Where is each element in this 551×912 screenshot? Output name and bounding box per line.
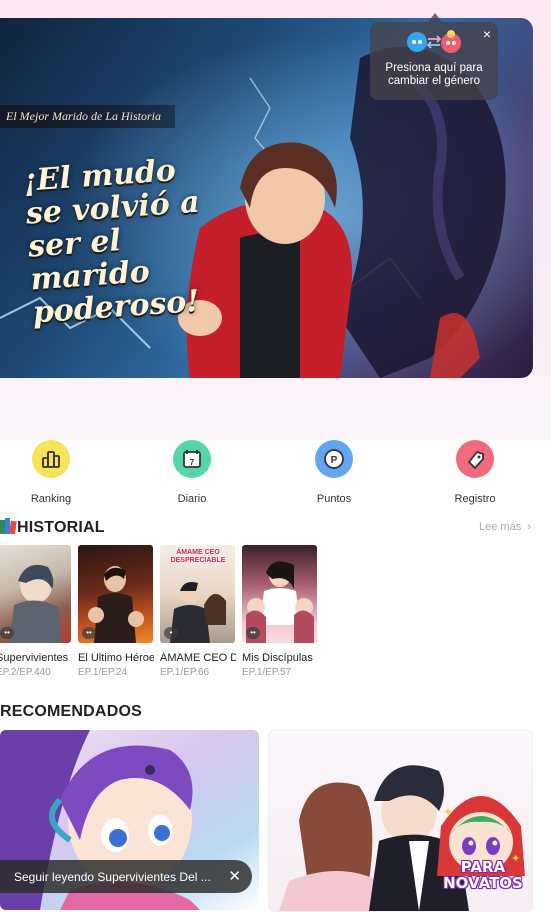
history-card-episode: EP.1/EP.24 (78, 667, 128, 678)
history-cover: •• (78, 545, 153, 643)
novatos-badge-line2: NOVATOS (443, 874, 523, 892)
history-card-title: Mis Discípulas (242, 652, 313, 664)
continue-indicator-icon: •• (82, 627, 96, 639)
banner-series-title: El Mejor Marido de La Historia (0, 105, 175, 128)
tooltip-message-line2: cambiar el género (387, 75, 481, 87)
nav-puntos[interactable]: P Puntos (294, 440, 374, 505)
books-icon (0, 518, 17, 535)
continue-indicator-icon: •• (0, 627, 14, 639)
nav-registro-label: Registro (454, 493, 496, 505)
comment-indicator-icon: • (164, 627, 178, 639)
history-card-episode: EP.2/EP.440 (0, 667, 51, 678)
gender-switch-tooltip[interactable]: × Presiona aquí para cambiar el género (370, 13, 498, 100)
chevron-right-icon: › (527, 521, 531, 533)
continue-indicator-icon: •• (246, 627, 260, 639)
history-card-episode: EP.1/EP.66 (160, 667, 210, 678)
history-card-title: Supervivientes Del Apocalipsis (0, 652, 72, 664)
history-card-title: ÁMAME CEO DESPRECIABLE (160, 652, 236, 664)
recommended-card[interactable]: ✦ ✦ PARA NOVATOS (268, 730, 533, 912)
history-card-title: El Último Héroe (78, 652, 154, 664)
history-card-episode: EP.1/EP.57 (242, 667, 292, 678)
nav-ranking[interactable]: Ranking (11, 440, 91, 505)
novatos-badge: PARA NOVATOS (437, 859, 529, 891)
svg-text:✦: ✦ (443, 805, 453, 819)
chart-icon (32, 440, 70, 478)
tooltip-pointer (428, 13, 442, 22)
svg-text:P: P (331, 455, 338, 466)
history-cover: •• (242, 545, 317, 643)
history-cover: •• (0, 545, 71, 643)
history-cover: ÁMAME CEO DESPRECIABLE • (160, 545, 235, 643)
history-section-title: HISTORIAL (0, 518, 105, 537)
nav-puntos-label: Puntos (316, 493, 352, 505)
history-card[interactable]: •• Mis Discípulas EP.1/EP.57 (242, 545, 318, 678)
history-card[interactable]: •• Supervivientes Del Apocalipsis EP.2/E… (0, 545, 72, 678)
svg-text:7: 7 (190, 458, 195, 467)
close-icon[interactable]: ✕ (228, 867, 241, 885)
tooltip-message-line1: Presiona aquí para (385, 62, 483, 74)
history-card[interactable]: ÁMAME CEO DESPRECIABLE • ÁMAME CEO DESPR… (160, 545, 236, 678)
gender-switch-icon[interactable] (404, 29, 464, 55)
tag-icon (456, 440, 494, 478)
nav-diario[interactable]: 7 Diario (152, 440, 232, 505)
tooltip-message: Presiona aquí para cambiar el género (374, 62, 494, 88)
continue-reading-bar[interactable]: Seguir leyendo Supervivientes Del ... ✕ (0, 860, 252, 893)
novatos-badge-line1: PARA (460, 858, 506, 876)
history-title-text: HISTORIAL (17, 519, 105, 536)
banner-headline: ¡El mudo se volvió a ser el marido poder… (22, 153, 201, 331)
see-more-label: Lee más (479, 521, 522, 533)
calendar-icon: 7 (173, 440, 211, 478)
nav-ranking-label: Ranking (30, 493, 72, 505)
history-see-more[interactable]: Lee más › (479, 521, 531, 533)
points-icon: P (315, 440, 353, 478)
nav-diario-label: Diario (177, 493, 207, 505)
history-card[interactable]: •• El Último Héroe EP.1/EP.24 (78, 545, 154, 678)
nav-registro[interactable]: Registro (435, 440, 515, 505)
recommended-section-title: RECOMENDADOS (0, 703, 142, 720)
tooltip-close-button[interactable]: × (483, 26, 491, 42)
quick-nav: Ranking 7 Diario P Puntos Registro (0, 440, 551, 510)
continue-reading-text: Seguir leyendo Supervivientes Del ... (14, 870, 211, 884)
